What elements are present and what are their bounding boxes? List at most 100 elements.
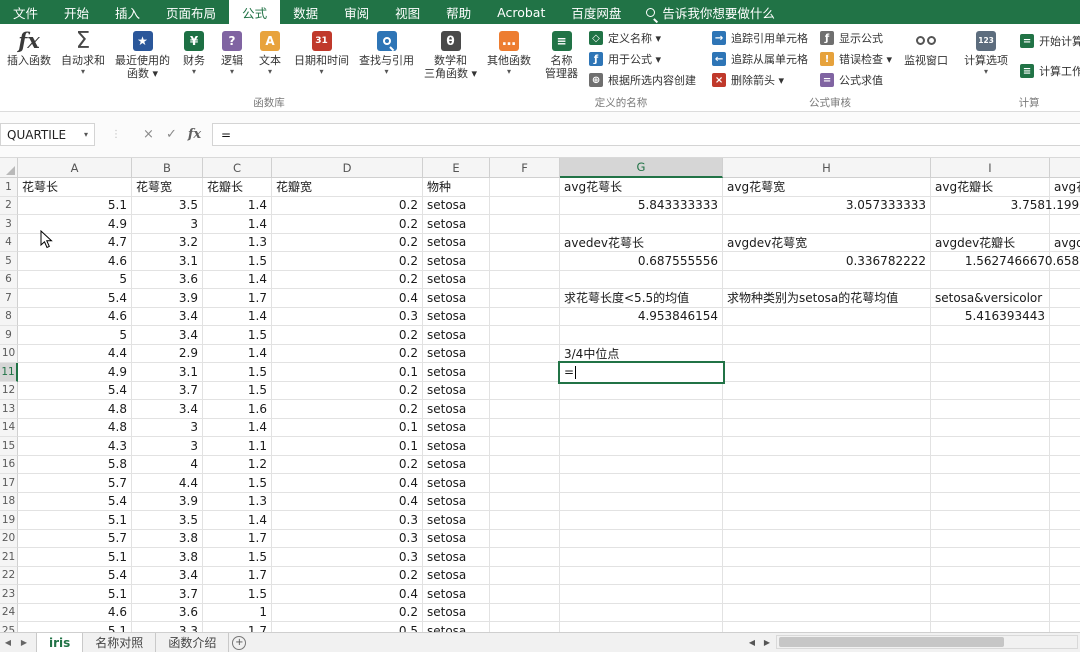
cell-H20[interactable] xyxy=(723,530,931,549)
cell-C6[interactable]: 1.4 xyxy=(203,271,272,290)
cell-J18[interactable] xyxy=(1050,493,1080,512)
cell-I11[interactable] xyxy=(931,363,1050,382)
column-header-E[interactable]: E xyxy=(423,158,490,178)
column-header-J[interactable]: J xyxy=(1050,158,1080,178)
cell-F25[interactable] xyxy=(490,622,560,632)
cell-B19[interactable]: 3.5 xyxy=(132,511,203,530)
cell-C14[interactable]: 1.4 xyxy=(203,419,272,438)
cell-C24[interactable]: 1 xyxy=(203,604,272,623)
cell-E11[interactable]: setosa xyxy=(423,363,490,382)
use-in-formula-button[interactable]: ƒ用于公式 ▾ xyxy=(585,50,700,68)
cell-E24[interactable]: setosa xyxy=(423,604,490,623)
cell-A12[interactable]: 5.4 xyxy=(18,382,132,401)
row-header-1[interactable]: 1 xyxy=(0,178,18,197)
cell-F11[interactable] xyxy=(490,363,560,382)
cell-B9[interactable]: 3.4 xyxy=(132,326,203,345)
cell-I15[interactable] xyxy=(931,437,1050,456)
cell-G17[interactable] xyxy=(560,474,723,493)
cell-D18[interactable]: 0.4 xyxy=(272,493,423,512)
cell-G19[interactable] xyxy=(560,511,723,530)
cell-B20[interactable]: 3.8 xyxy=(132,530,203,549)
horizontal-scrollbar-thumb[interactable] xyxy=(779,637,1004,647)
cell-G7[interactable]: 求花萼长度<5.5的均值 xyxy=(560,289,723,308)
cell-E23[interactable]: setosa xyxy=(423,585,490,604)
ribbon-tab-文件[interactable]: 文件 xyxy=(0,0,51,24)
cell-I24[interactable] xyxy=(931,604,1050,623)
cell-J6[interactable] xyxy=(1050,271,1080,290)
cell-H14[interactable] xyxy=(723,419,931,438)
cell-I22[interactable] xyxy=(931,567,1050,586)
cell-F13[interactable] xyxy=(490,400,560,419)
cell-D9[interactable]: 0.2 xyxy=(272,326,423,345)
name-box-dropdown-icon[interactable]: ▾ xyxy=(84,130,88,139)
cell-J14[interactable] xyxy=(1050,419,1080,438)
cell-I18[interactable] xyxy=(931,493,1050,512)
ribbon-tab-视图[interactable]: 视图 xyxy=(382,0,433,24)
cell-C23[interactable]: 1.5 xyxy=(203,585,272,604)
cell-G15[interactable] xyxy=(560,437,723,456)
cell-A20[interactable]: 5.7 xyxy=(18,530,132,549)
cell-H15[interactable] xyxy=(723,437,931,456)
sheet-tab-iris[interactable]: iris xyxy=(36,633,83,652)
cell-B6[interactable]: 3.6 xyxy=(132,271,203,290)
cell-D3[interactable]: 0.2 xyxy=(272,215,423,234)
cell-D10[interactable]: 0.2 xyxy=(272,345,423,364)
column-header-G[interactable]: G xyxy=(560,158,723,178)
remove-arrows-button[interactable]: ×删除箭头 ▾ xyxy=(708,71,812,89)
cell-B4[interactable]: 3.2 xyxy=(132,234,203,253)
cell-J12[interactable] xyxy=(1050,382,1080,401)
row-header-8[interactable]: 8 xyxy=(0,308,18,327)
cell-G23[interactable] xyxy=(560,585,723,604)
cell-E10[interactable]: setosa xyxy=(423,345,490,364)
date-time-button[interactable]: 31日期和时间▾ xyxy=(289,25,354,76)
cell-B13[interactable]: 3.4 xyxy=(132,400,203,419)
cell-C8[interactable]: 1.4 xyxy=(203,308,272,327)
cell-B2[interactable]: 3.5 xyxy=(132,197,203,216)
cell-F5[interactable] xyxy=(490,252,560,271)
cell-H9[interactable] xyxy=(723,326,931,345)
cell-F21[interactable] xyxy=(490,548,560,567)
cell-E13[interactable]: setosa xyxy=(423,400,490,419)
column-header-A[interactable]: A xyxy=(18,158,132,178)
cell-G21[interactable] xyxy=(560,548,723,567)
cell-A6[interactable]: 5 xyxy=(18,271,132,290)
ribbon-tab-公式[interactable]: 公式 xyxy=(229,0,280,24)
cell-J5[interactable]: 0.658293333 xyxy=(1050,252,1080,271)
sheet-tab-名称对照[interactable]: 名称对照 xyxy=(83,633,156,652)
cell-H6[interactable] xyxy=(723,271,931,290)
trace-dependents-button[interactable]: ←追踪从属单元格 xyxy=(708,50,812,68)
row-header-4[interactable]: 4 xyxy=(0,234,18,253)
cell-H10[interactable] xyxy=(723,345,931,364)
cell-E1[interactable]: 物种 xyxy=(423,178,490,197)
cell-J9[interactable] xyxy=(1050,326,1080,345)
cell-H1[interactable]: avg花萼宽 xyxy=(723,178,931,197)
calculation-options-button[interactable]: 123计算选项▾ xyxy=(958,25,1014,76)
row-header-23[interactable]: 23 xyxy=(0,585,18,604)
cell-H3[interactable] xyxy=(723,215,931,234)
cell-G22[interactable] xyxy=(560,567,723,586)
column-header-C[interactable]: C xyxy=(203,158,272,178)
trace-precedents-button[interactable]: →追踪引用单元格 xyxy=(708,29,812,47)
cell-A7[interactable]: 5.4 xyxy=(18,289,132,308)
cell-C12[interactable]: 1.5 xyxy=(203,382,272,401)
cell-E4[interactable]: setosa xyxy=(423,234,490,253)
cell-E18[interactable]: setosa xyxy=(423,493,490,512)
row-header-12[interactable]: 12 xyxy=(0,382,18,401)
cell-A4[interactable]: 4.7 xyxy=(18,234,132,253)
cell-B23[interactable]: 3.7 xyxy=(132,585,203,604)
define-name-button[interactable]: ◇定义名称 ▾ xyxy=(585,29,700,47)
cell-D4[interactable]: 0.2 xyxy=(272,234,423,253)
cell-F10[interactable] xyxy=(490,345,560,364)
row-header-24[interactable]: 24 xyxy=(0,604,18,623)
cell-C10[interactable]: 1.4 xyxy=(203,345,272,364)
cell-B12[interactable]: 3.7 xyxy=(132,382,203,401)
cell-H24[interactable] xyxy=(723,604,931,623)
cell-H19[interactable] xyxy=(723,511,931,530)
cell-I5[interactable]: 1.562746667 xyxy=(931,252,1050,271)
cell-B1[interactable]: 花萼宽 xyxy=(132,178,203,197)
cell-H21[interactable] xyxy=(723,548,931,567)
cell-F12[interactable] xyxy=(490,382,560,401)
row-header-21[interactable]: 21 xyxy=(0,548,18,567)
cell-H7[interactable]: 求物种类别为setosa的花萼均值 xyxy=(723,289,931,308)
cell-A2[interactable]: 5.1 xyxy=(18,197,132,216)
